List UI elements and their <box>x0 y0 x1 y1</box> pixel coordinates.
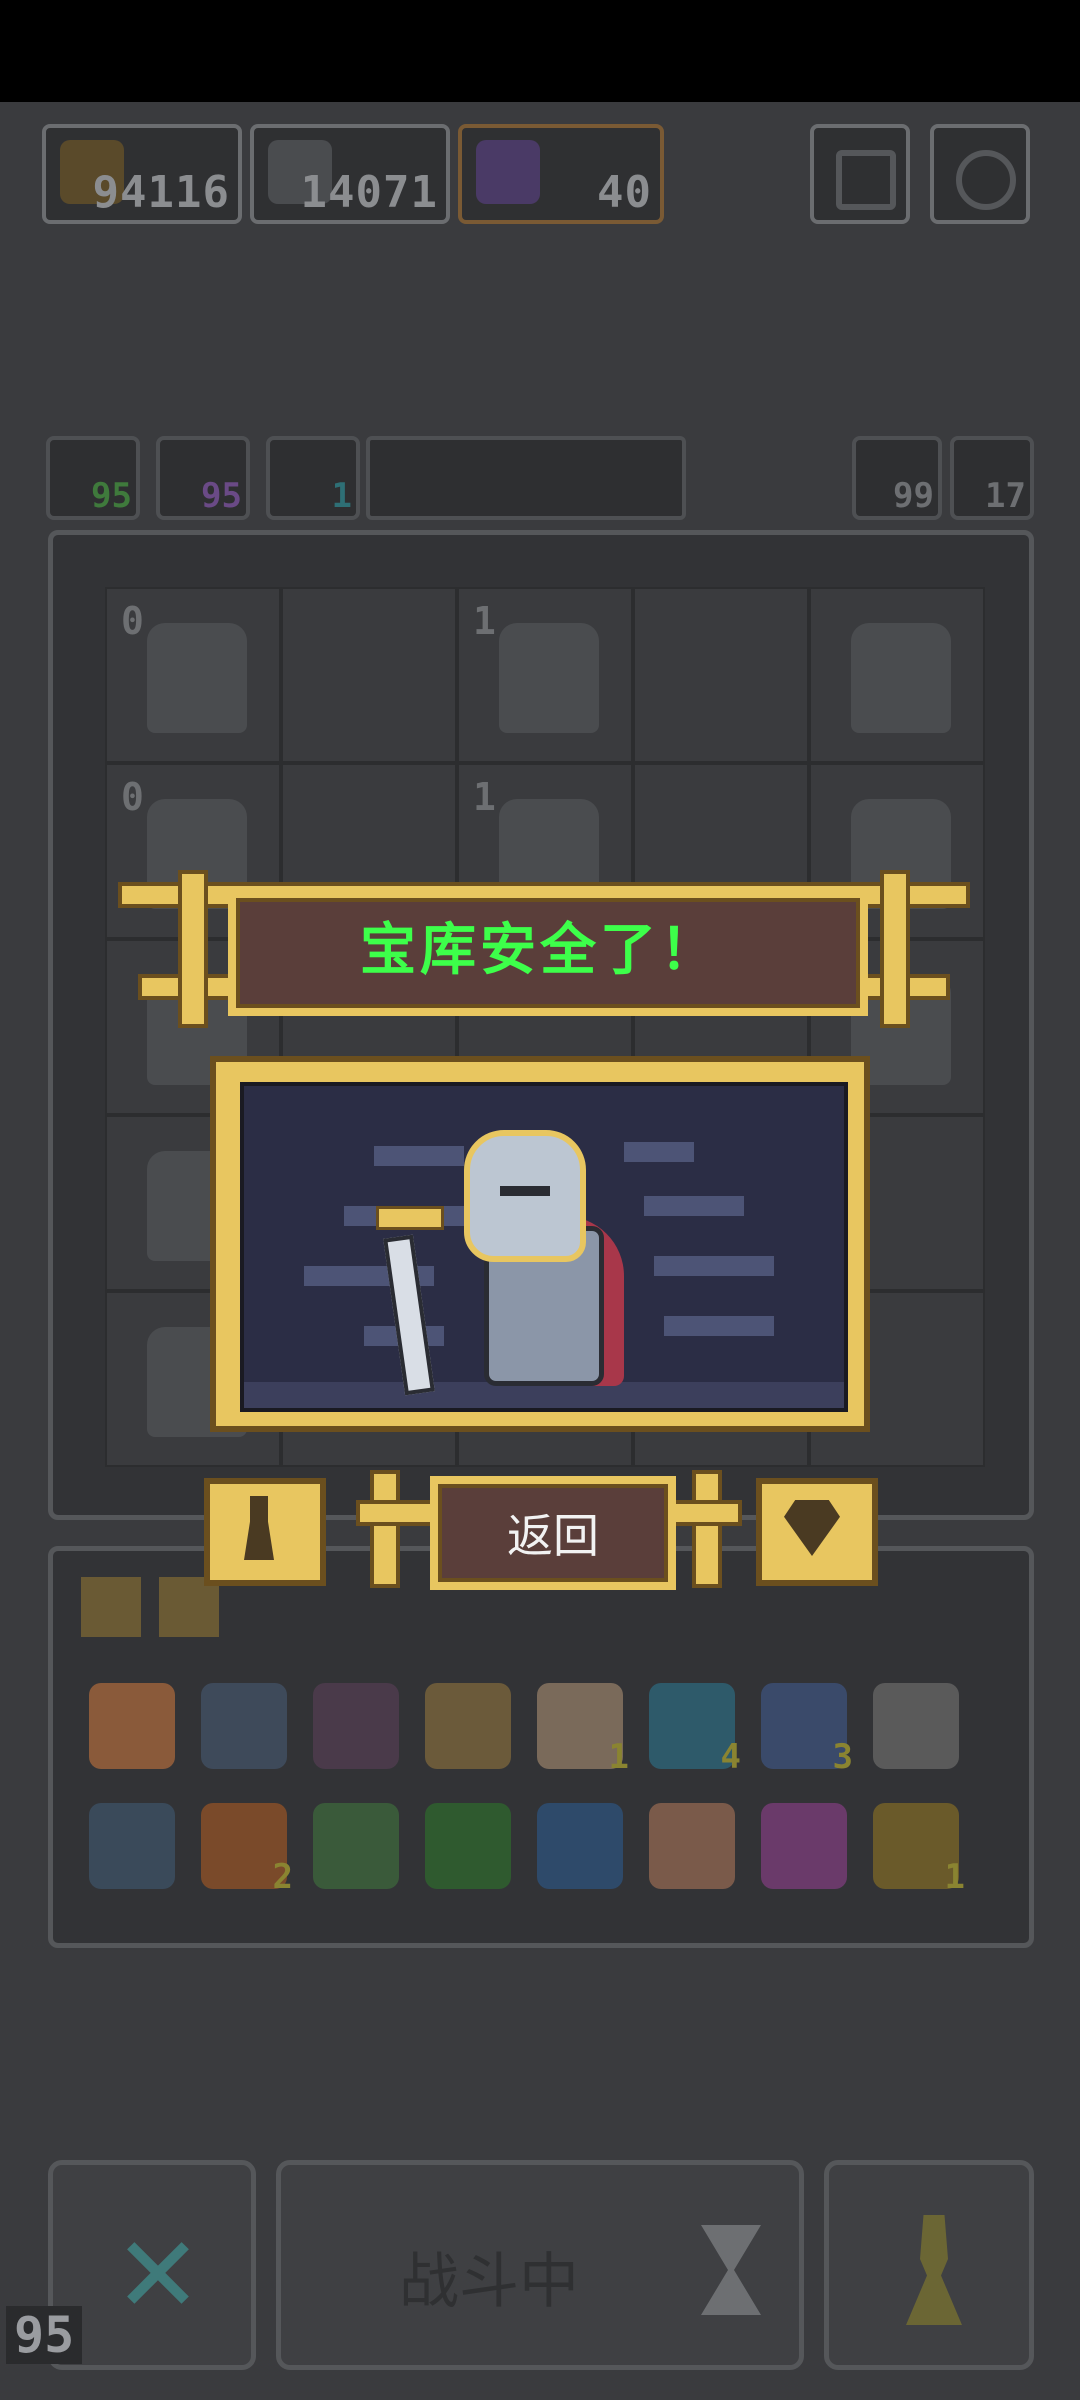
battle-status-button[interactable]: 战斗中 <box>276 2160 804 2370</box>
question-icon <box>836 150 896 210</box>
inventory-item[interactable] <box>649 1803 735 1889</box>
board-cell[interactable]: 0 <box>105 587 281 763</box>
unit-sprite <box>851 623 951 733</box>
inventory-item[interactable] <box>313 1683 399 1769</box>
item-count: 4 <box>720 1737 741 1777</box>
inventory-item[interactable]: 1 <box>873 1803 965 1897</box>
inventory-item[interactable] <box>89 1803 175 1889</box>
inventory-item[interactable] <box>313 1803 399 1889</box>
purple-bolt-slot[interactable]: 95 <box>156 436 250 520</box>
battle-status-label: 战斗中 <box>399 2247 579 2317</box>
inventory-item[interactable]: 3 <box>761 1683 853 1777</box>
inventory-item[interactable] <box>537 1803 623 1889</box>
pawn-slot-button[interactable] <box>204 1478 326 1586</box>
inventory-item[interactable] <box>873 1683 959 1769</box>
item-count: 2 <box>272 1857 293 1897</box>
back-button-wrap: 返回 <box>356 1470 742 1590</box>
axe-resource-counter: 94116 <box>42 124 242 224</box>
counter-left[interactable]: 99 <box>852 436 942 520</box>
board-cell[interactable]: 1 <box>457 587 633 763</box>
item-count: 1 <box>608 1737 629 1777</box>
unit-level: 1 <box>473 775 496 819</box>
victory-picture-frame <box>210 1056 870 1432</box>
energy-resource-value: 40 <box>597 167 652 218</box>
inventory-panel: 1 4 3 2 1 <box>48 1546 1034 1948</box>
inventory-item[interactable]: 4 <box>649 1683 741 1777</box>
unit-sprite <box>499 623 599 733</box>
energy-resource-counter: 40 <box>458 124 664 224</box>
inventory-item[interactable] <box>761 1803 847 1889</box>
inventory-tab-2[interactable] <box>159 1577 219 1637</box>
pawn-icon <box>906 2215 962 2325</box>
back-button[interactable]: 返回 <box>430 1476 676 1590</box>
gem-icon <box>784 1500 840 1556</box>
settings-button[interactable] <box>930 124 1030 224</box>
lightning-icon <box>476 140 540 204</box>
inventory-item[interactable] <box>425 1683 511 1769</box>
counter-right[interactable]: 17 <box>950 436 1034 520</box>
teal-ring-count: 1 <box>331 476 352 516</box>
unit-level: 0 <box>121 775 144 819</box>
modal-controls: 返回 <box>204 1470 878 1590</box>
gem-slot-button[interactable] <box>756 1478 878 1586</box>
gear-icon <box>956 150 1016 210</box>
board-cell[interactable] <box>633 587 809 763</box>
green-potion-slot[interactable]: 95 <box>46 436 140 520</box>
result-banner: 宝库安全了！ <box>118 870 970 1028</box>
helmet-resource-counter: 14071 <box>250 124 450 224</box>
inventory-tab-1[interactable] <box>81 1577 141 1637</box>
inventory-item[interactable] <box>201 1683 287 1769</box>
pawn-button[interactable] <box>824 2160 1034 2370</box>
item-count: 1 <box>944 1857 965 1897</box>
unit-level: 1 <box>473 599 496 643</box>
hourglass-icon <box>701 2225 761 2315</box>
board-cell[interactable] <box>809 587 985 763</box>
inventory-item[interactable]: 1 <box>537 1683 629 1777</box>
result-title: 宝库安全了！ <box>360 917 720 983</box>
close-icon: ✕ <box>118 2190 198 2342</box>
pawn-icon <box>244 1496 274 1560</box>
counter-right-value: 17 <box>985 476 1026 516</box>
board-cell[interactable] <box>281 587 457 763</box>
green-potion-count: 95 <box>91 476 132 516</box>
inventory-item[interactable] <box>89 1683 175 1769</box>
knight-illustration <box>240 1082 848 1412</box>
counter-left-value: 99 <box>893 476 934 516</box>
teal-ring-slot[interactable]: 1 <box>266 436 360 520</box>
inventory-item[interactable] <box>425 1803 511 1889</box>
item-count: 3 <box>832 1737 853 1777</box>
progress-track <box>366 436 686 520</box>
back-button-label: 返回 <box>507 1509 599 1563</box>
help-button[interactable] <box>810 124 910 224</box>
status-bar <box>0 0 1080 102</box>
unit-sprite <box>147 623 247 733</box>
inventory-item[interactable]: 2 <box>201 1803 293 1897</box>
purple-bolt-count: 95 <box>201 476 242 516</box>
fps-counter: 95 <box>6 2306 83 2364</box>
unit-level: 0 <box>121 599 144 643</box>
helmet-resource-value: 14071 <box>300 167 438 218</box>
axe-resource-value: 94116 <box>92 167 230 218</box>
